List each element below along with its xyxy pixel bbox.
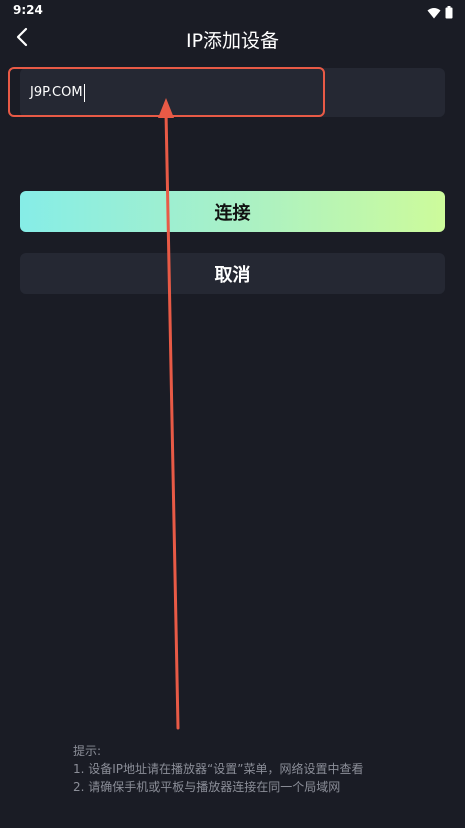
tips-section: 提示: 1. 设备IP地址请在播放器“设置”菜单，网络设置中查看 2. 请确保手… bbox=[73, 742, 363, 796]
text-caret bbox=[83, 83, 86, 102]
header: IP添加设备 bbox=[0, 22, 465, 58]
status-icons bbox=[427, 4, 453, 23]
wifi-icon bbox=[427, 4, 441, 23]
page-title: IP添加设备 bbox=[185, 30, 280, 52]
ip-input-display: J9P.COM bbox=[30, 68, 86, 117]
cancel-button[interactable]: 取消 bbox=[20, 253, 445, 294]
battery-icon bbox=[445, 4, 453, 23]
tips-line-1: 1. 设备IP地址请在播放器“设置”菜单，网络设置中查看 bbox=[73, 762, 364, 776]
ip-input-container[interactable]: J9P.COM bbox=[20, 68, 445, 117]
ip-input-value: J9P.COM bbox=[30, 85, 83, 100]
annotation-arrow bbox=[158, 98, 180, 730]
status-bar: 9:24 bbox=[0, 0, 465, 22]
connect-button[interactable]: 连接 bbox=[20, 191, 445, 232]
tips-heading: 提示: bbox=[73, 744, 102, 758]
status-time: 9:24 bbox=[13, 3, 43, 17]
tips-line-2: 2. 请确保手机或平板与播放器连接在同一个局域网 bbox=[73, 780, 341, 794]
